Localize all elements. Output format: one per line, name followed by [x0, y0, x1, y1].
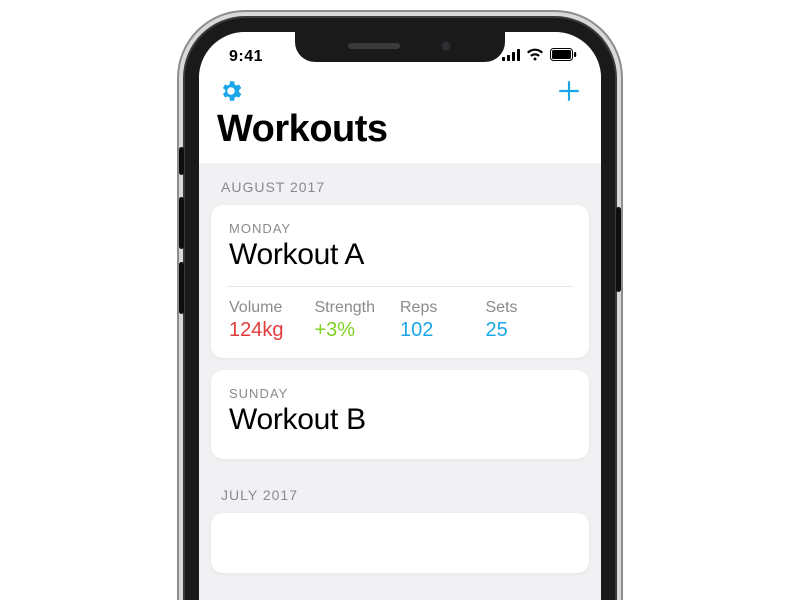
workout-name: Workout B — [229, 403, 571, 437]
cellular-icon — [502, 48, 520, 66]
workout-stats: Volume 124kg Strength +3% Reps 102 Set — [229, 299, 571, 342]
stat-label: Volume — [229, 299, 315, 317]
phone-frame: 9:41 — [185, 18, 615, 600]
stat-value: 25 — [486, 319, 572, 342]
stat-label: Sets — [486, 299, 572, 317]
device-notch — [295, 30, 505, 62]
nav-bar — [199, 76, 601, 106]
workout-day: MONDAY — [229, 221, 571, 236]
workout-day: SUNDAY — [229, 386, 571, 401]
section-header: AUGUST 2017 — [199, 163, 601, 205]
stat-label: Strength — [315, 299, 401, 317]
mute-switch — [179, 147, 184, 175]
workout-card[interactable] — [211, 513, 589, 573]
section-header: JULY 2017 — [199, 471, 601, 513]
stat-strength: Strength +3% — [315, 299, 401, 342]
front-camera — [440, 40, 452, 52]
stat-reps: Reps 102 — [400, 299, 486, 342]
status-icons — [502, 42, 577, 66]
screen: 9:41 — [199, 32, 601, 600]
stat-sets: Sets 25 — [486, 299, 572, 342]
workout-list[interactable]: AUGUST 2017 MONDAY Workout A Volume 124k… — [199, 163, 601, 600]
stat-volume: Volume 124kg — [229, 299, 315, 342]
workout-card[interactable]: SUNDAY Workout B — [211, 370, 589, 459]
gear-icon — [218, 78, 244, 104]
volume-down-button — [179, 262, 184, 314]
status-time: 9:41 — [229, 42, 263, 66]
stat-value: 124kg — [229, 319, 315, 342]
battery-icon — [550, 48, 577, 66]
divider — [227, 286, 573, 287]
workout-name: Workout A — [229, 238, 571, 272]
power-button — [616, 207, 621, 292]
stat-value: 102 — [400, 319, 486, 342]
stat-value: +3% — [315, 319, 401, 342]
wifi-icon — [526, 48, 544, 66]
plus-icon — [556, 78, 582, 104]
volume-up-button — [179, 197, 184, 249]
workout-card[interactable]: MONDAY Workout A Volume 124kg Strength +… — [211, 205, 589, 358]
speaker-grille — [348, 43, 400, 49]
settings-button[interactable] — [217, 77, 245, 105]
page-title: Workouts — [199, 106, 601, 163]
stat-label: Reps — [400, 299, 486, 317]
add-workout-button[interactable] — [555, 77, 583, 105]
